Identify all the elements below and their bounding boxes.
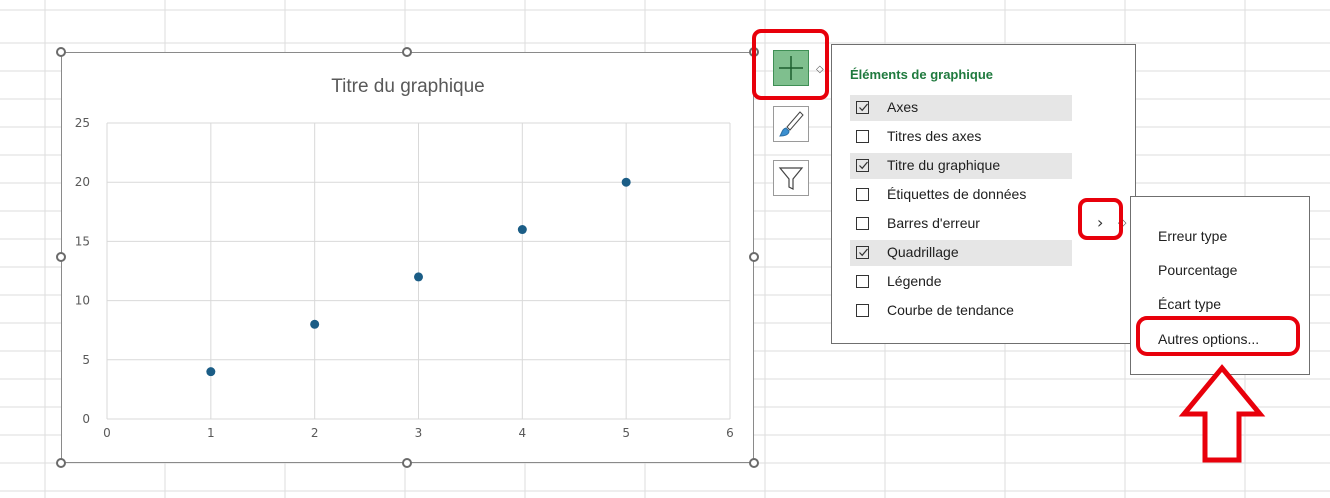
- x-tick-label: 1: [207, 426, 215, 440]
- chart-filters-button[interactable]: [773, 160, 809, 196]
- option-label: Quadrillage: [887, 244, 959, 260]
- data-point: [414, 272, 423, 282]
- option-row[interactable]: Légende: [850, 269, 1072, 295]
- checkbox-checked[interactable]: [856, 101, 869, 114]
- y-tick-label: 15: [75, 234, 90, 248]
- option-label: Titres des axes: [887, 128, 982, 144]
- checkbox[interactable]: [856, 304, 869, 317]
- option-row[interactable]: Barres d'erreur: [850, 211, 1072, 237]
- option-row[interactable]: Titre du graphique: [850, 153, 1072, 179]
- checkbox[interactable]: [856, 188, 869, 201]
- option-row[interactable]: Quadrillage: [850, 240, 1072, 266]
- checkbox-checked[interactable]: [856, 246, 869, 259]
- scatter-chart[interactable]: Titre du graphique 0 5 10 15 20 25 0 1 2 3 4 5 6: [61, 52, 754, 463]
- x-tick-label: 0: [103, 426, 111, 440]
- option-label: Étiquettes de données: [887, 186, 1027, 202]
- option-row[interactable]: Axes: [850, 95, 1072, 121]
- data-point: [206, 367, 216, 377]
- x-tick-label: 6: [726, 426, 734, 440]
- submenu-item-ecart-type[interactable]: Écart type: [1158, 296, 1221, 312]
- checkmark-icon: [859, 103, 868, 112]
- resize-handle-top[interactable]: [402, 47, 412, 57]
- option-label: Axes: [887, 99, 919, 115]
- resize-handle-bottom[interactable]: [402, 458, 412, 468]
- submenu-item-pourcentage[interactable]: Pourcentage: [1158, 262, 1237, 278]
- y-tick-label: 5: [82, 353, 90, 367]
- checkbox[interactable]: [856, 217, 869, 230]
- highlight-error-bars-arrow: [1078, 198, 1123, 240]
- option-row[interactable]: Titres des axes: [850, 124, 1072, 150]
- chart-elements-pane: Éléments de graphique Axes Titres des axe…: [831, 44, 1136, 344]
- x-tick-label: 3: [415, 426, 423, 440]
- resize-handle-left[interactable]: [56, 252, 66, 262]
- pane-title: Éléments de graphique: [850, 67, 994, 82]
- checkmark-icon: [859, 161, 868, 170]
- resize-handle-top-left[interactable]: [56, 47, 66, 57]
- checkbox[interactable]: [856, 130, 869, 143]
- chart-styles-button[interactable]: [773, 106, 809, 142]
- y-tick-label: 0: [82, 412, 90, 426]
- x-tick-label: 5: [622, 426, 630, 440]
- data-point: [517, 225, 527, 235]
- option-label: Barres d'erreur: [887, 215, 980, 231]
- resize-handle-bottom-right[interactable]: [749, 458, 759, 468]
- funnel-icon: [778, 167, 804, 190]
- option-row[interactable]: Courbe de tendance: [850, 298, 1072, 324]
- y-tick-label: 25: [75, 116, 90, 130]
- checkmark-icon: [859, 248, 868, 257]
- chart-title: Titre du graphique: [331, 76, 485, 97]
- up-arrow-annotation: [1178, 364, 1266, 463]
- option-label: Courbe de tendance: [887, 302, 1014, 318]
- data-point: [310, 319, 320, 329]
- option-label: Légende: [887, 273, 942, 289]
- resize-handle-right[interactable]: [749, 252, 759, 262]
- checkbox[interactable]: [856, 275, 869, 288]
- data-point: [621, 177, 631, 187]
- y-tick-label: 20: [75, 175, 90, 189]
- chart-plot: Titre du graphique 0 5 10 15 20 25 0 1 2 3 4 5 6: [75, 76, 734, 440]
- x-tick-label: 4: [519, 426, 527, 440]
- option-label: Titre du graphique: [887, 157, 1001, 173]
- brush-icon: [779, 111, 804, 137]
- highlight-autres-options: [1136, 316, 1300, 356]
- submenu-item-erreur-type[interactable]: Erreur type: [1158, 228, 1227, 244]
- option-row[interactable]: Étiquettes de données: [850, 182, 1072, 208]
- resize-handle-bottom-left[interactable]: [56, 458, 66, 468]
- x-tick-label: 2: [311, 426, 319, 440]
- checkbox-checked[interactable]: [856, 159, 869, 172]
- highlight-elements-button: [752, 29, 829, 100]
- y-tick-label: 10: [75, 294, 90, 308]
